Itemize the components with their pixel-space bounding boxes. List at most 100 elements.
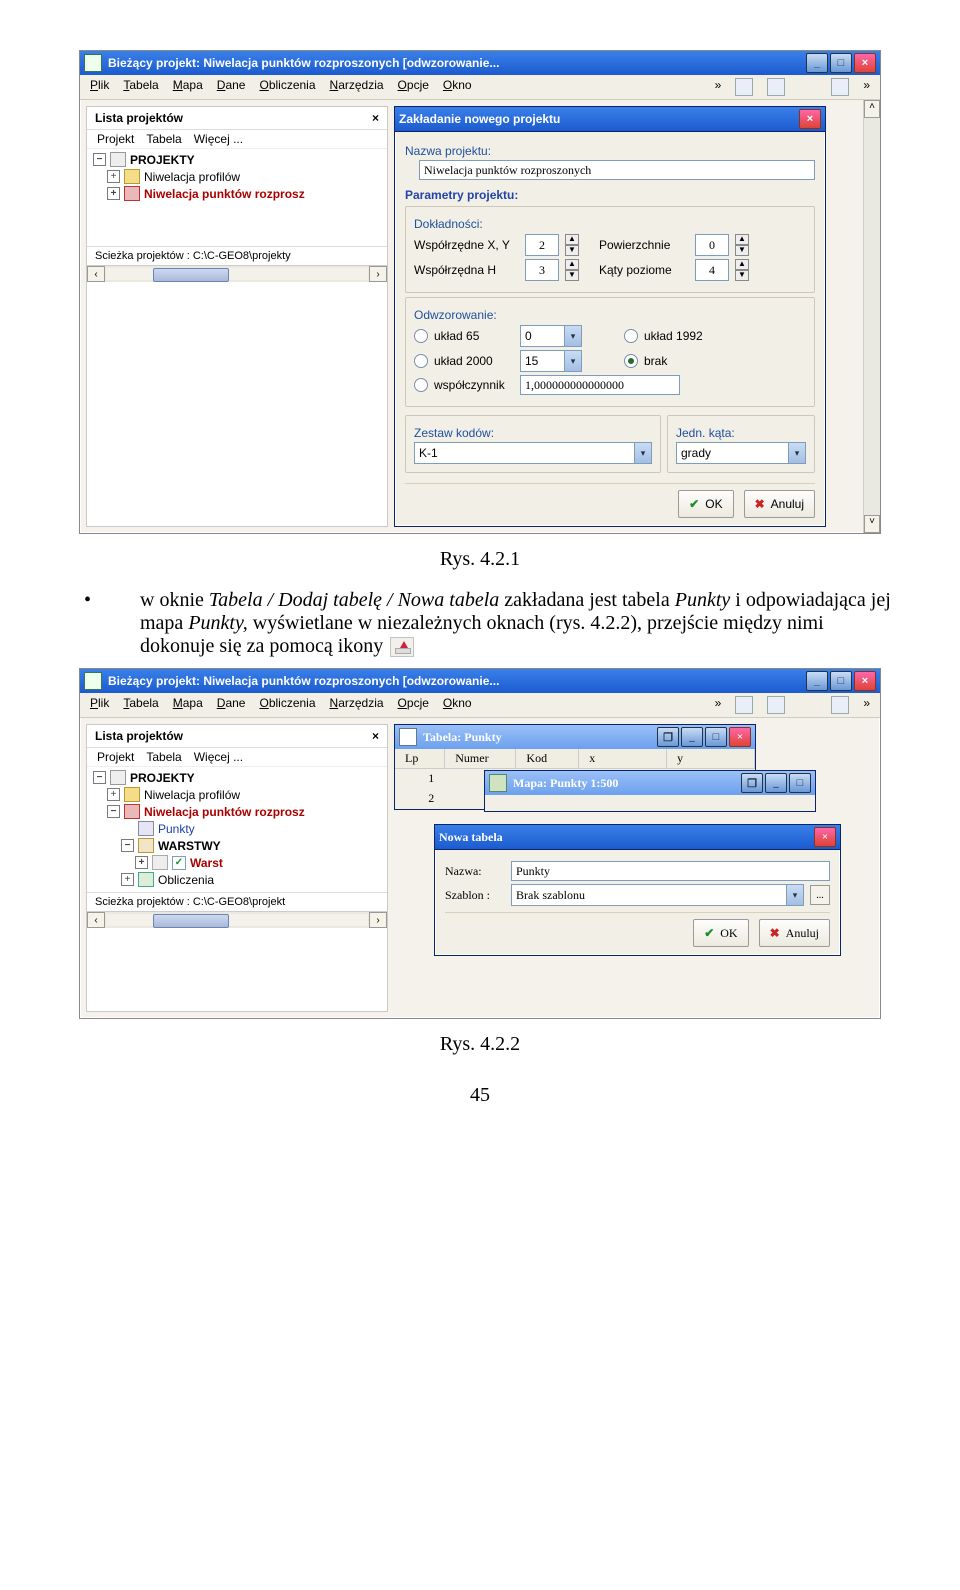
tree-expand-icon[interactable]: +	[107, 170, 120, 183]
scroll-up-icon[interactable]: ˄	[864, 100, 880, 118]
input-wspolczynnik[interactable]	[520, 375, 680, 395]
ok-button[interactable]: ✔OK	[693, 919, 748, 947]
scrollbar-horizontal[interactable]: ‹ ›	[87, 911, 387, 928]
side-menu-tabela[interactable]: Tabela	[146, 750, 181, 764]
spin-down-icon[interactable]: ▼	[735, 270, 749, 281]
menu-overflow[interactable]: »	[715, 696, 722, 714]
menu-mapa[interactable]: Mapa	[173, 696, 203, 714]
menu-okno[interactable]: Okno	[443, 78, 472, 96]
tree-expand-icon[interactable]: +	[135, 856, 148, 869]
col-lp[interactable]: Lp	[395, 749, 445, 768]
menu-dane[interactable]: Dane	[217, 696, 246, 714]
toolbar-overflow[interactable]: »	[863, 78, 870, 96]
restore-button[interactable]: ❐	[741, 773, 763, 793]
tree-item-label[interactable]: Obliczenia	[158, 873, 214, 887]
spin-down-icon[interactable]: ▼	[735, 245, 749, 256]
toolbar-undo-icon[interactable]	[831, 78, 849, 96]
radio-uklad1992[interactable]	[624, 329, 638, 343]
maximize-button[interactable]: □	[830, 53, 852, 73]
maximize-button[interactable]: □	[789, 773, 811, 793]
minimize-button[interactable]: _	[806, 671, 828, 691]
scroll-right-icon[interactable]: ›	[369, 266, 387, 282]
tree-expand-icon[interactable]: +	[121, 873, 134, 886]
scrollbar-horizontal[interactable]: ‹ ›	[87, 265, 387, 282]
toolbar-swap-icon[interactable]	[767, 78, 785, 96]
tree-item-label[interactable]: Punkty	[158, 822, 195, 836]
spin-up-icon[interactable]: ▲	[735, 234, 749, 245]
tree-collapse-icon[interactable]: −	[93, 771, 106, 784]
toolbar-copy-icon[interactable]	[735, 78, 753, 96]
menu-opcje[interactable]: Opcje	[398, 78, 429, 96]
menu-okno[interactable]: Okno	[443, 696, 472, 714]
ok-button[interactable]: ✔OK	[678, 490, 733, 518]
close-button[interactable]: ×	[729, 727, 751, 747]
menu-dane[interactable]: Dane	[217, 78, 246, 96]
radio-uklad65[interactable]	[414, 329, 428, 343]
tree-item-label[interactable]: Niwelacja punktów rozprosz	[144, 187, 305, 201]
chevron-down-icon[interactable]: ▾	[786, 885, 803, 905]
tree-item-label[interactable]: Niwelacja profilów	[144, 170, 240, 184]
menu-overflow[interactable]: »	[715, 78, 722, 96]
maximize-button[interactable]: □	[830, 671, 852, 691]
menu-narzedzia[interactable]: Narzędzia	[330, 696, 384, 714]
menu-obliczenia[interactable]: Obliczenia	[259, 78, 315, 96]
tree-item-label[interactable]: Niwelacja punktów rozprosz	[144, 805, 305, 819]
chevron-down-icon[interactable]: ▾	[564, 351, 581, 371]
menu-plik[interactable]: Plik	[90, 696, 109, 714]
radio-uklad2000[interactable]	[414, 354, 428, 368]
side-panel-close-icon[interactable]: ×	[372, 111, 379, 125]
scroll-left-icon[interactable]: ‹	[87, 912, 105, 928]
combo-codes[interactable]: K-1▾	[414, 442, 652, 464]
tree-collapse-icon[interactable]: −	[107, 805, 120, 818]
menu-opcje[interactable]: Opcje	[398, 696, 429, 714]
tree-expand-icon[interactable]: +	[107, 187, 120, 200]
cancel-button[interactable]: ✖Anuluj	[744, 490, 815, 518]
spin-up-icon[interactable]: ▲	[565, 234, 579, 245]
toolbar-overflow[interactable]: »	[863, 696, 870, 714]
scroll-left-icon[interactable]: ‹	[87, 266, 105, 282]
dialog-close-button[interactable]: ×	[814, 827, 836, 847]
checkbox[interactable]: ✓	[172, 856, 186, 870]
browse-button[interactable]: ...	[810, 885, 830, 905]
toolbar-copy-icon[interactable]	[735, 696, 753, 714]
scroll-thumb[interactable]	[153, 914, 228, 928]
menu-narzedzia[interactable]: Narzędzia	[330, 78, 384, 96]
tree-item-label[interactable]: WARSTWY	[158, 839, 221, 853]
combo-uklad65[interactable]: 0▾	[520, 325, 582, 347]
menu-plik[interactable]: Plik	[90, 78, 109, 96]
spin-kat[interactable]	[695, 259, 729, 281]
dialog-close-button[interactable]: ×	[799, 109, 821, 129]
side-menu-projekt[interactable]: Projekt	[97, 750, 134, 764]
maximize-button[interactable]: □	[705, 727, 727, 747]
spin-down-icon[interactable]: ▼	[565, 270, 579, 281]
toolbar-swap-icon[interactable]	[767, 696, 785, 714]
scroll-down-icon[interactable]: ˅	[864, 515, 880, 533]
tree-collapse-icon[interactable]: −	[121, 839, 134, 852]
radio-wspolczynnik[interactable]	[414, 378, 428, 392]
menu-mapa[interactable]: Mapa	[173, 78, 203, 96]
minimize-button[interactable]: _	[681, 727, 703, 747]
tree-item-label[interactable]: Warst	[190, 856, 223, 870]
menu-tabela[interactable]: Tabela	[123, 78, 158, 96]
scrollbar-vertical[interactable]: ˄ ˅	[863, 100, 880, 533]
col-y[interactable]: y	[667, 749, 755, 768]
spin-up-icon[interactable]: ▲	[735, 259, 749, 270]
cancel-button[interactable]: ✖Anuluj	[759, 919, 830, 947]
spin-up-icon[interactable]: ▲	[565, 259, 579, 270]
combo-uklad2000[interactable]: 15▾	[520, 350, 582, 372]
side-menu-wiecej[interactable]: Więcej ...	[194, 132, 243, 146]
spin-h[interactable]	[525, 259, 559, 281]
minimize-button[interactable]: _	[765, 773, 787, 793]
name-input[interactable]	[511, 861, 830, 881]
tree-collapse-icon[interactable]: −	[93, 153, 106, 166]
template-combo[interactable]: Brak szablonu▾	[511, 884, 804, 906]
close-button[interactable]: ×	[854, 53, 876, 73]
menu-tabela[interactable]: Tabela	[123, 696, 158, 714]
restore-button[interactable]: ❐	[657, 727, 679, 747]
col-x[interactable]: x	[579, 749, 667, 768]
toolbar-undo-icon[interactable]	[831, 696, 849, 714]
tree-expand-icon[interactable]: +	[107, 788, 120, 801]
side-menu-wiecej[interactable]: Więcej ...	[194, 750, 243, 764]
scroll-right-icon[interactable]: ›	[369, 912, 387, 928]
side-menu-projekt[interactable]: Projekt	[97, 132, 134, 146]
